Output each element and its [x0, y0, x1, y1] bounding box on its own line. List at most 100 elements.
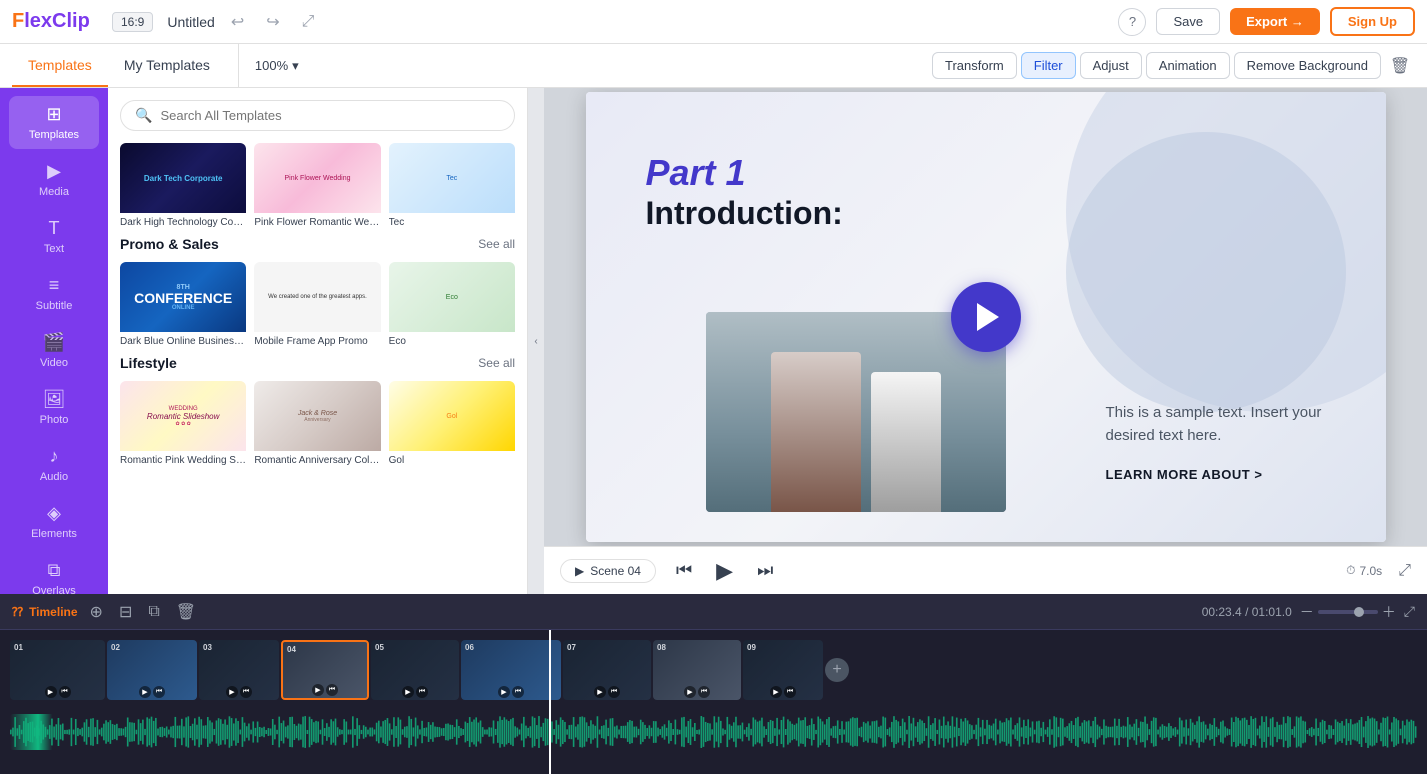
template-label-anniversary: Romantic Anniversary Collage Sl...: [254, 455, 380, 466]
clip-prev-03[interactable]: ⏮: [240, 686, 252, 698]
clip-01[interactable]: 01 ▶ ⏮: [10, 640, 105, 700]
template-card-eco[interactable]: Eco Eco: [389, 262, 515, 347]
clip-play-05[interactable]: ▶: [402, 686, 414, 698]
template-card-mobile-app[interactable]: We created one of the greatest apps. Mob…: [254, 262, 380, 347]
filter-button[interactable]: Filter: [1021, 52, 1076, 79]
sidebar-item-photo[interactable]: 🖼 Photo: [9, 381, 99, 434]
clip-prev-07[interactable]: ⏮: [608, 686, 620, 698]
clip-controls-07: ▶ ⏮: [594, 686, 620, 698]
clip-play-06[interactable]: ▶: [498, 686, 510, 698]
zoom-out-button[interactable]: －: [1300, 602, 1314, 622]
signup-button[interactable]: Sign Up: [1330, 7, 1415, 36]
text-icon: T: [49, 218, 60, 239]
undo-button[interactable]: ↩: [225, 8, 250, 36]
clip-prev-01[interactable]: ⏮: [59, 686, 71, 698]
tab-templates[interactable]: Templates: [12, 44, 108, 87]
clip-prev-04[interactable]: ⏮: [326, 684, 338, 696]
template-label-eco: Eco: [389, 336, 515, 347]
add-clip-button[interactable]: +: [825, 658, 849, 682]
clip-02[interactable]: 02 ▶ ⏮: [107, 640, 197, 700]
sidebar-item-audio[interactable]: ♪ Audio: [9, 438, 99, 491]
clip-prev-08[interactable]: ⏮: [698, 686, 710, 698]
scene-circle-2: [1066, 132, 1346, 412]
clip-play-07[interactable]: ▶: [594, 686, 606, 698]
expand-button[interactable]: ⤢: [1398, 562, 1411, 580]
search-input[interactable]: [160, 108, 500, 123]
scene-sample-text: This is a sample text. Insert your desir…: [1106, 402, 1326, 447]
zoom-control[interactable]: 100% ▾: [247, 58, 307, 74]
sidebar-label-subtitle: Subtitle: [36, 300, 73, 312]
delete-button[interactable]: 🗑: [1385, 51, 1415, 81]
clip-play-02[interactable]: ▶: [139, 686, 151, 698]
promo-see-all-link[interactable]: See all: [478, 237, 515, 251]
fullscreen-button[interactable]: ⤢: [296, 9, 321, 35]
sidebar-item-media[interactable]: ▶ Media: [9, 153, 99, 206]
template-card-anniversary[interactable]: Jack & Rose Anniversary Romantic Anniver…: [254, 381, 380, 466]
clip-num-08: 08: [657, 643, 666, 652]
clip-play-04[interactable]: ▶: [312, 684, 324, 696]
template-card-gold[interactable]: Gol Gol: [389, 381, 515, 466]
time-separator: /: [1245, 605, 1252, 619]
play-icon: ▶: [575, 564, 584, 578]
zoom-slider[interactable]: [1318, 610, 1378, 614]
elements-icon: ◈: [47, 503, 61, 524]
export-button[interactable]: Export →: [1230, 8, 1320, 35]
split-button[interactable]: ⊟: [115, 600, 136, 624]
sidebar-item-elements[interactable]: ◈ Elements: [9, 495, 99, 548]
search-box[interactable]: 🔍: [120, 100, 515, 131]
ratio-badge[interactable]: 16:9: [112, 12, 153, 32]
canvas: Part 1 Introduction: This is a sample te…: [586, 92, 1386, 542]
sidebar-item-subtitle[interactable]: ≡ Subtitle: [9, 267, 99, 320]
topbar: FlexClip 16:9 Untitled ↩ ↪ ⤢ ? Save Expo…: [0, 0, 1427, 44]
add-clip-button[interactable]: ⊕: [86, 600, 107, 624]
template-card-romantic-slide[interactable]: WEDDING Romantic Slideshow ✿ ✿ ✿ Romanti…: [120, 381, 246, 466]
duration-badge: ⏱ 7.0s: [1346, 563, 1382, 578]
next-button[interactable]: ⏭: [753, 556, 777, 585]
sidebar-item-overlays[interactable]: ⧉ Overlays: [9, 552, 99, 594]
clip-play-08[interactable]: ▶: [684, 686, 696, 698]
clip-play-03[interactable]: ▶: [226, 686, 238, 698]
secondary-toolbar: Templates My Templates 100% ▾ Transform …: [0, 44, 1427, 88]
lifestyle-see-all-link[interactable]: See all: [478, 356, 515, 370]
animation-button[interactable]: Animation: [1146, 52, 1230, 79]
clip-07[interactable]: 07 ▶ ⏮: [563, 640, 651, 700]
promo-section-title: Promo & Sales: [120, 236, 219, 252]
clip-05[interactable]: 05 ▶ ⏮: [371, 640, 459, 700]
previous-button[interactable]: ⏮: [672, 556, 696, 585]
play-pause-button[interactable]: ▶: [712, 554, 737, 588]
clip-06[interactable]: 06 ▶ ⏮: [461, 640, 561, 700]
clip-prev-02[interactable]: ⏮: [153, 686, 165, 698]
total-time: 01:01.0: [1252, 605, 1292, 619]
clip-09[interactable]: 09 ▶ ⏮: [743, 640, 823, 700]
transform-button[interactable]: Transform: [932, 52, 1017, 79]
template-card-tec[interactable]: Tec Tec: [389, 143, 515, 228]
redo-button[interactable]: ↪: [260, 8, 285, 36]
sidebar-item-templates[interactable]: ⊞ Templates: [9, 96, 99, 149]
zoom-in-button[interactable]: ＋: [1382, 602, 1396, 622]
adjust-button[interactable]: Adjust: [1080, 52, 1142, 79]
clip-08[interactable]: 08 ▶ ⏮: [653, 640, 741, 700]
save-button[interactable]: Save: [1156, 8, 1220, 35]
clip-play-09[interactable]: ▶: [770, 686, 782, 698]
clip-04[interactable]: 04 ▶ ⏮: [281, 640, 369, 700]
clip-prev-09[interactable]: ⏮: [784, 686, 796, 698]
collapse-handle[interactable]: ‹: [528, 88, 544, 594]
play-button-overlay[interactable]: [951, 282, 1021, 352]
sidebar-item-text[interactable]: T Text: [9, 210, 99, 263]
clip-prev-06[interactable]: ⏮: [512, 686, 524, 698]
sidebar-item-video[interactable]: 🎬 Video: [9, 324, 99, 377]
help-button[interactable]: ?: [1118, 8, 1146, 36]
template-card-dark-tech[interactable]: Dark Tech Corporate Dark High Technology…: [120, 143, 246, 228]
delete-clip-button[interactable]: 🗑: [172, 600, 200, 624]
clip-prev-05[interactable]: ⏮: [416, 686, 428, 698]
template-card-pink-flower[interactable]: Pink Flower Wedding Pink Flower Romantic…: [254, 143, 380, 228]
clip-play-01[interactable]: ▶: [45, 686, 57, 698]
duplicate-button[interactable]: ⧉: [144, 601, 163, 623]
remove-background-button[interactable]: Remove Background: [1234, 52, 1381, 79]
promo-templates-grid: 8TH CONFERENCE ONLINE Dark Blue Online B…: [120, 262, 515, 347]
template-label-romantic-slide: Romantic Pink Wedding Slidesh...: [120, 455, 246, 466]
clip-03[interactable]: 03 ▶ ⏮: [199, 640, 279, 700]
fit-button[interactable]: ⤢: [1404, 603, 1415, 620]
tab-my-templates[interactable]: My Templates: [108, 44, 226, 87]
template-card-dark-conf[interactable]: 8TH CONFERENCE ONLINE Dark Blue Online B…: [120, 262, 246, 347]
